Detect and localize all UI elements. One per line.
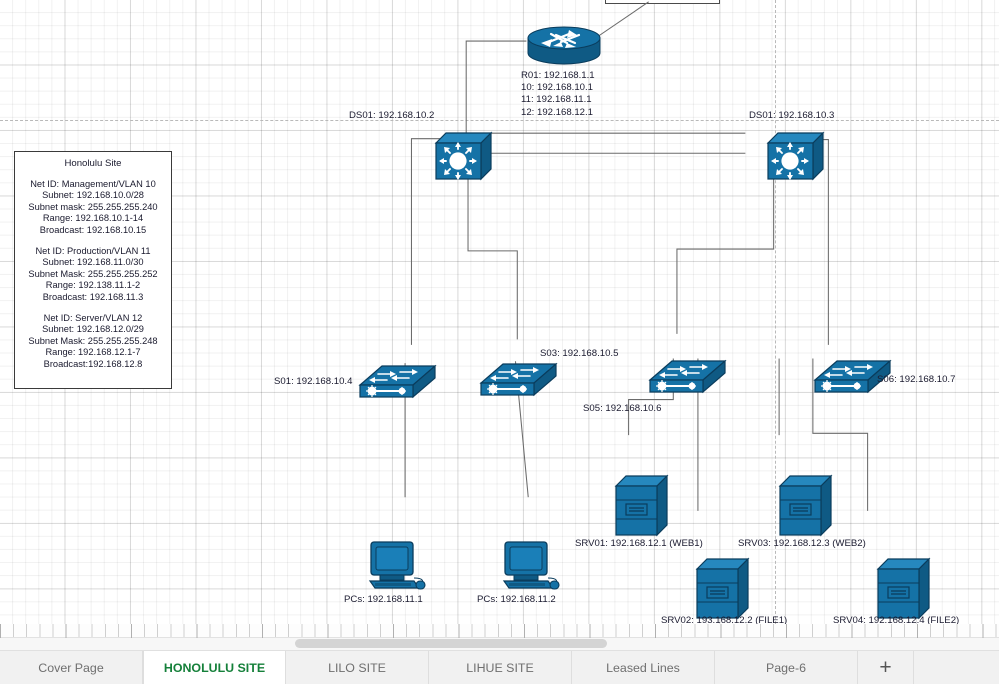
- distribution-switch-left-label: DS01: 192.168.10.2: [349, 110, 435, 121]
- server-srv03-icon[interactable]: [778, 474, 833, 538]
- tab-honolulu-site[interactable]: HONOLULU SITE: [143, 651, 286, 684]
- tab-lihue-site[interactable]: LIHUE SITE: [429, 651, 572, 684]
- legend-line: Broadcast:192.168.12.8: [43, 358, 143, 369]
- legend-line: Broadcast: 192.168.10.15: [39, 224, 147, 235]
- legend-block-vlan10: Net ID: Management/VLAN 10 Subnet: 192.1…: [15, 179, 171, 237]
- router-icon[interactable]: [527, 26, 601, 68]
- legend-line: Range: 192.138.11.1-2: [45, 280, 141, 291]
- legend-block-vlan11: Net ID: Production/VLAN 11 Subnet: 192.1…: [15, 246, 171, 304]
- add-page-button[interactable]: +: [858, 651, 914, 684]
- legend-line: Range: 192.168.10.1-14: [42, 213, 144, 224]
- tab-leased-lines[interactable]: Leased Lines: [572, 651, 715, 684]
- link-ds-right-to-s05: [676, 159, 775, 334]
- server-srv01-label: SRV01: 192.168.12.1 (WEB1): [575, 538, 703, 549]
- link-router-to-ds-left: [442, 40, 527, 140]
- router-label-line: R01: 192.168.1.1: [521, 70, 595, 81]
- legend-line: Range: 192.168.12.1-7: [45, 347, 141, 358]
- legend-line: Subnet: 192.168.12.0/29: [42, 324, 144, 335]
- workstation-pc2-icon[interactable]: [500, 540, 564, 592]
- tab-page-6[interactable]: Page-6: [715, 651, 858, 684]
- access-switch-s03-label: S03: 192.168.10.5: [540, 348, 619, 359]
- legend-line: Broadcast: 192.168.11.3: [42, 291, 144, 302]
- server-srv03-label: SRV03: 192.168.12.3 (WEB2): [738, 538, 866, 549]
- legend-box[interactable]: Honolulu Site Net ID: Management/VLAN 10…: [14, 151, 172, 389]
- legend-block-vlan12: Net ID: Server/VLAN 12 Subnet: 192.168.1…: [15, 313, 171, 371]
- access-switch-s01-icon[interactable]: [358, 363, 437, 401]
- server-srv04-icon[interactable]: [876, 557, 931, 621]
- server-srv04-label: SRV04: 192.168.12.4 (FILE2): [833, 615, 960, 624]
- access-switch-s05-icon[interactable]: [648, 358, 727, 396]
- access-switch-s03-icon[interactable]: [479, 361, 558, 399]
- router-label-line: 11: 192.168.11.1: [521, 94, 592, 106]
- page-tab-bar[interactable]: Cover Page HONOLULU SITE LILO SITE LIHUE…: [0, 650, 999, 684]
- tab-label: Page-6: [766, 660, 806, 675]
- router-label: R01: 192.168.1.1 10: 192.168.10.1 11: 19…: [521, 70, 595, 119]
- router-label-line: 12: 192.168.12.1: [521, 106, 594, 118]
- distribution-switch-right-icon[interactable]: [766, 131, 825, 181]
- tab-label: HONOLULU SITE: [163, 660, 266, 675]
- legend-line: Subnet mask: 255.255.255.240: [28, 201, 158, 212]
- access-switch-s01-label: S01: 192.168.10.4: [274, 376, 353, 387]
- access-switch-s06-label: S06: 192.168.10.7: [877, 374, 956, 385]
- legend-line: Net ID: Management/VLAN 10: [30, 178, 156, 189]
- tab-lilo-site[interactable]: LILO SITE: [286, 651, 429, 684]
- workstation-pc2-label: PCs: 192.168.11.2: [477, 594, 556, 605]
- legend-title: Honolulu Site: [64, 158, 122, 169]
- tab-label: Leased Lines: [606, 660, 680, 675]
- legend-line: Net ID: Server/VLAN 12: [43, 312, 143, 323]
- legend-line: Net ID: Production/VLAN 11: [35, 245, 151, 256]
- distribution-switch-left-icon[interactable]: [434, 131, 493, 181]
- server-srv02-label: SRV02: 193.168.12.2 (FILE1): [661, 615, 788, 624]
- horizontal-scrollbar-thumb[interactable]: [295, 639, 607, 648]
- legend-line: Subnet Mask: 255.255.255.248: [28, 335, 158, 346]
- workstation-pc1-icon[interactable]: [366, 540, 430, 592]
- plus-icon: +: [879, 655, 892, 679]
- tab-cover-page[interactable]: Cover Page: [0, 651, 143, 684]
- link-ds-left-to-s03: [467, 159, 518, 340]
- legend-line: Subnet: 192.168.10.0/28: [42, 190, 144, 201]
- tab-bar-filler: [914, 651, 999, 684]
- access-switch-s05-label: S05: 192.168.10.6: [583, 403, 662, 414]
- diagram-canvas[interactable]: Honolulu Site Net ID: Management/VLAN 10…: [0, 0, 999, 624]
- tab-label: LILO SITE: [328, 660, 386, 675]
- diagram-editor: Honolulu Site Net ID: Management/VLAN 10…: [0, 0, 999, 684]
- legend-line: Subnet Mask: 255.255.255.252: [28, 268, 158, 279]
- tab-label: LIHUE SITE: [466, 660, 534, 675]
- horizontal-ruler: [0, 624, 999, 638]
- router-label-line: 10: 192.168.10.1: [521, 82, 594, 94]
- distribution-switch-right-label: DS01: 192.168.10.3: [749, 110, 835, 121]
- legend-line: Subnet: 192.168.11.0/30: [42, 257, 144, 268]
- server-srv02-icon[interactable]: [695, 557, 750, 621]
- tab-label: Cover Page: [38, 660, 104, 675]
- server-srv01-icon[interactable]: [614, 474, 669, 538]
- workstation-pc1-label: PCs: 192.168.11.1: [344, 594, 423, 605]
